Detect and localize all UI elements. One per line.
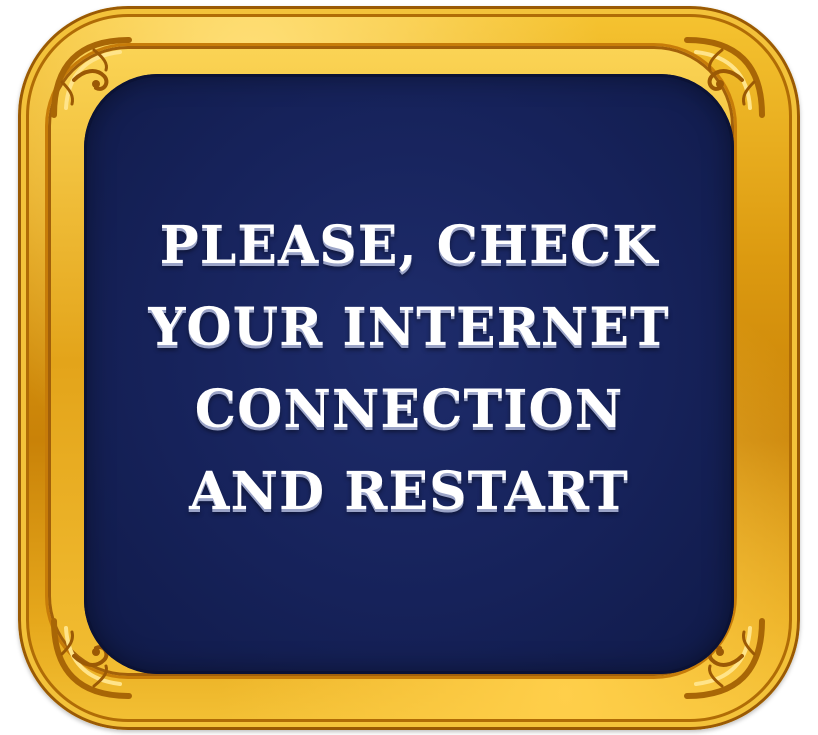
message-line: YOUR INTERNET [148, 297, 670, 358]
message-line: PLEASE, CHECK [159, 215, 659, 276]
message-line: CONNECTION [194, 379, 624, 440]
message-line: AND RESTART [189, 461, 629, 522]
connection-error-message: PLEASE, CHECK YOUR INTERNET CONNECTION A… [84, 205, 734, 533]
